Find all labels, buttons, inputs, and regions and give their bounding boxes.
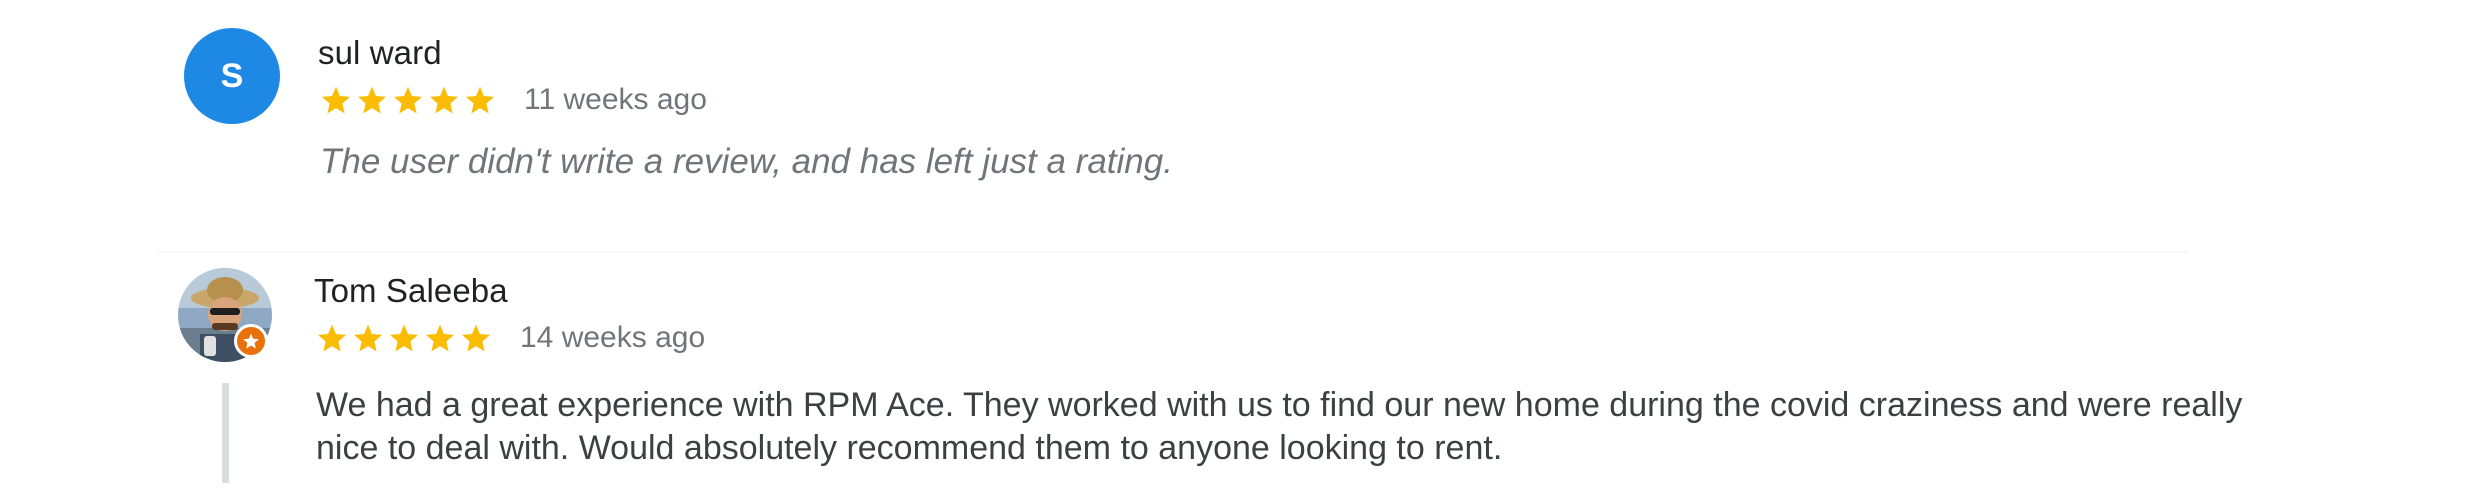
- rating-row: 14 weeks ago: [316, 321, 705, 355]
- local-guide-star-icon: [243, 333, 259, 349]
- star-rating: [316, 322, 492, 354]
- star-icon: [354, 324, 382, 352]
- reviewer-name[interactable]: sul ward: [318, 34, 442, 72]
- review-item: Tom Saleeba 14 weeks ago We had a great …: [0, 252, 2481, 496]
- review-quote-bar: [222, 383, 229, 483]
- star-icon: [394, 86, 422, 114]
- star-rating: [320, 84, 496, 116]
- review-item: S sul ward 11 weeks ago The user didn't …: [0, 0, 2481, 250]
- star-icon: [430, 86, 458, 114]
- review-text: The user didn't write a review, and has …: [320, 142, 1173, 181]
- star-icon: [322, 86, 350, 114]
- avatar[interactable]: S: [184, 28, 280, 124]
- star-icon: [426, 324, 454, 352]
- star-icon: [358, 86, 386, 114]
- local-guide-badge: [234, 324, 268, 358]
- star-icon: [390, 324, 418, 352]
- avatar-initial: S: [220, 56, 244, 95]
- reviewer-name[interactable]: Tom Saleeba: [314, 272, 508, 310]
- review-timestamp: 11 weeks ago: [524, 83, 707, 116]
- rating-row: 11 weeks ago: [320, 83, 707, 117]
- star-icon: [462, 324, 490, 352]
- review-text: We had a great experience with RPM Ace. …: [316, 386, 2243, 467]
- star-icon: [466, 86, 494, 114]
- review-timestamp: 14 weeks ago: [520, 321, 706, 354]
- star-icon: [318, 324, 346, 352]
